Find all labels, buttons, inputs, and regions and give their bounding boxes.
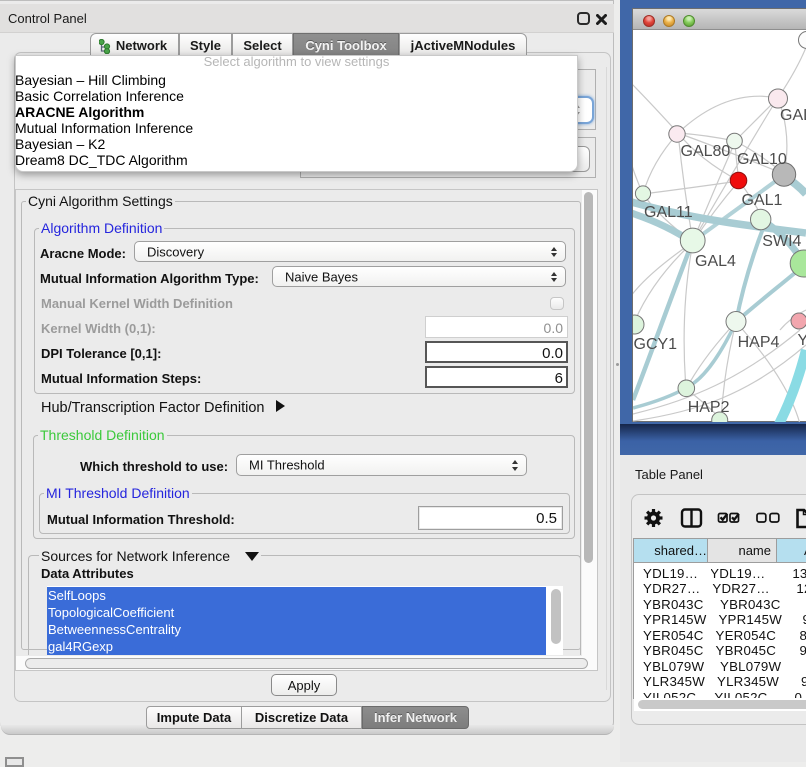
svg-text:SWI4: SWI4: [762, 233, 801, 250]
svg-text:HAP2: HAP2: [688, 399, 730, 416]
svg-text:GAL4: GAL4: [695, 253, 736, 270]
svg-text:GAL11: GAL11: [644, 204, 693, 221]
svg-text:GAL: GAL: [780, 107, 806, 124]
svg-text:GAL10: GAL10: [737, 151, 787, 168]
svg-text:GAL80: GAL80: [681, 143, 731, 160]
svg-text:HAP4: HAP4: [738, 334, 780, 351]
svg-text:GCY1: GCY1: [634, 336, 678, 353]
svg-text:Y: Y: [798, 332, 806, 349]
svg-text:GAL1: GAL1: [742, 192, 783, 209]
